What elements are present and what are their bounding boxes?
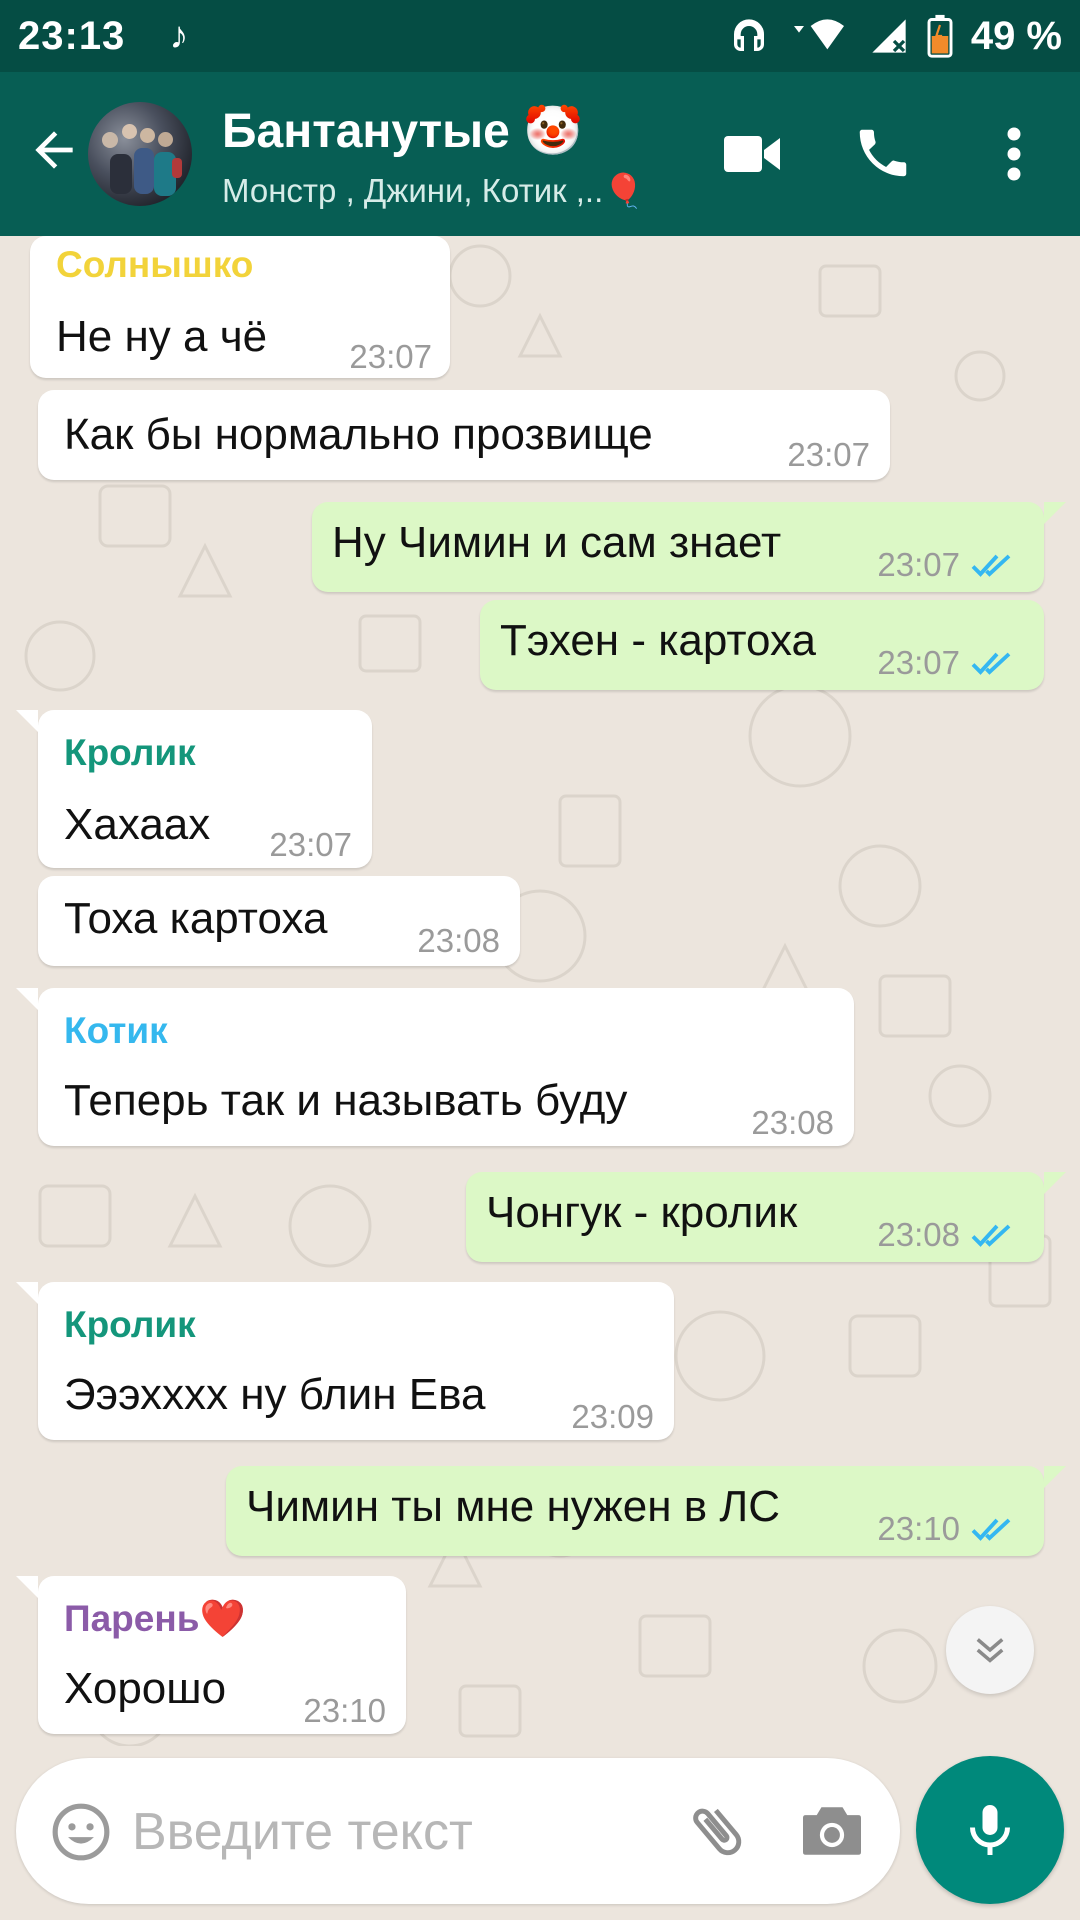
chat-title[interactable]: Бантанутые 🤡 — [222, 102, 583, 159]
battery-icon — [927, 14, 953, 58]
bubble-tail — [1044, 1466, 1066, 1488]
message-time: 23:08 — [751, 1104, 834, 1141]
emoji-icon[interactable] — [50, 1801, 112, 1863]
signal-icon — [872, 19, 906, 53]
message-bubble-outgoing[interactable]: Чимин ты мне нужен в ЛС 23:10 — [226, 1466, 1066, 1556]
message-time: 23:07 — [269, 826, 352, 863]
message-text: Теперь так и называть буду — [64, 1076, 628, 1125]
scroll-to-bottom-button[interactable] — [946, 1606, 1034, 1694]
message-bubble-outgoing[interactable]: Тэхен - картоха 23:07 — [480, 600, 1044, 690]
wifi-icon — [793, 19, 844, 50]
read-ticks-icon — [971, 652, 1011, 675]
headphones-icon — [733, 19, 764, 51]
back-arrow-icon[interactable] — [26, 122, 82, 178]
message-bubble-outgoing[interactable]: Чонгук - кролик 23:08 — [466, 1172, 1066, 1262]
message-text: Тоха картоха — [64, 894, 328, 943]
message-input[interactable]: Введите текст — [132, 1802, 473, 1862]
message-bubble-incoming[interactable]: Солнышко Не ну а чё 23:07 — [30, 236, 450, 378]
bubble-tail — [16, 1282, 38, 1304]
message-bubble-incoming[interactable]: Кролик Хахаах 23:07 — [16, 710, 372, 868]
message-text: Эээхххх ну блин Ева — [64, 1370, 486, 1419]
message-text: Как бы нормально прозвище — [64, 410, 653, 459]
message-sender: Котик — [64, 1010, 168, 1051]
message-list[interactable]: Солнышко Не ну а чё 23:07 Как бы нормаль… — [0, 236, 1080, 1746]
camera-icon[interactable] — [800, 1802, 864, 1860]
message-bubble-incoming[interactable]: Кролик Эээхххх ну блин Ева 23:09 — [16, 1282, 674, 1440]
double-chevron-down-icon — [976, 1638, 1004, 1663]
read-ticks-icon — [971, 1518, 1011, 1541]
message-text: Хахаах — [64, 800, 211, 849]
bubble-tail — [16, 710, 38, 732]
message-text: Ну Чимин и сам знает — [332, 518, 782, 567]
bubble-tail — [1044, 502, 1066, 524]
message-text: Не ну а чё — [56, 312, 268, 361]
message-time: 23:07 — [877, 644, 960, 681]
message-bubble-incoming[interactable]: Тоха картоха 23:08 — [38, 876, 520, 966]
status-icons: 49 % — [729, 14, 1062, 59]
status-bar: 23:13 ♪ 49 % — [0, 0, 1080, 72]
message-bubble-incoming[interactable]: Парень❤️ Хорошо 23:10 — [16, 1576, 406, 1734]
message-bubble-incoming[interactable]: Котик Теперь так и называть буду 23:08 — [16, 988, 854, 1146]
more-vert-icon[interactable] — [994, 124, 1034, 184]
battery-percent: 49 % — [970, 13, 1062, 58]
message-bubble-incoming[interactable]: Как бы нормально прозвище 23:07 — [38, 390, 890, 480]
bubble-tail — [16, 988, 38, 1010]
message-time: 23:08 — [417, 922, 500, 959]
music-note-icon: ♪ — [169, 14, 189, 57]
mic-icon — [970, 1805, 1010, 1855]
video-call-icon[interactable] — [722, 130, 782, 178]
message-sender: Кролик — [64, 1304, 196, 1345]
chat-members[interactable]: Монстр , Джини, Котик ,..🎈 — [222, 172, 644, 211]
message-bubble-outgoing[interactable]: Ну Чимин и сам знает 23:07 — [312, 502, 1066, 592]
message-text: Чимин ты мне нужен в ЛС — [246, 1482, 780, 1531]
message-time: 23:10 — [877, 1510, 960, 1547]
read-ticks-icon — [971, 554, 1011, 577]
message-time: 23:07 — [787, 436, 870, 473]
status-time: 23:13 — [18, 13, 126, 58]
message-time: 23:09 — [571, 1398, 654, 1435]
message-text: Тэхен - картоха — [500, 616, 817, 665]
group-avatar[interactable] — [88, 102, 192, 206]
message-sender: Парень❤️ — [64, 1598, 246, 1639]
bubble-tail — [1044, 1172, 1066, 1194]
message-text: Хорошо — [64, 1664, 227, 1713]
voice-record-button[interactable] — [916, 1756, 1064, 1904]
message-time: 23:08 — [877, 1216, 960, 1253]
phone-icon[interactable] — [852, 122, 914, 184]
message-composer[interactable]: Введите текст — [16, 1758, 900, 1904]
message-text: Чонгук - кролик — [486, 1188, 798, 1237]
message-time: 23:07 — [349, 338, 432, 375]
message-sender: Кролик — [64, 732, 196, 773]
chat-header: Бантанутые 🤡 Монстр , Джини, Котик ,..🎈 — [0, 72, 1080, 236]
message-time: 23:07 — [877, 546, 960, 583]
message-sender: Солнышко — [56, 244, 254, 285]
bubble-tail — [16, 1576, 38, 1598]
read-ticks-icon — [971, 1224, 1011, 1247]
attach-icon[interactable] — [684, 1798, 750, 1864]
message-time: 23:10 — [303, 1692, 386, 1729]
